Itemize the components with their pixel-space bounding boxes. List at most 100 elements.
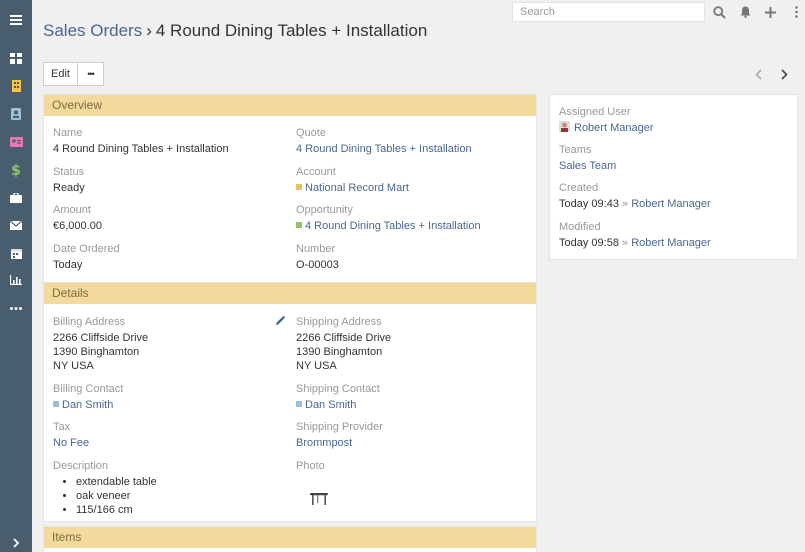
chevron-right-icon[interactable] [0, 532, 32, 552]
shipping-provider-label: Shipping Provider [296, 421, 383, 433]
pencil-icon[interactable] [275, 315, 286, 329]
billing-contact-field: Billing Contact Dan Smith [53, 382, 123, 412]
opportunity-link[interactable]: 4 Round Dining Tables + Installation [305, 220, 481, 232]
assigned-user-label: Assigned User [559, 106, 631, 118]
shipping-address-field: Shipping Address 2266 Cliffside Drive 13… [296, 315, 391, 373]
shipping-address-label: Shipping Address [296, 316, 382, 328]
description-item: 115/166 cm [76, 503, 157, 517]
opportunity-field: Opportunity 4 Round Dining Tables + Inst… [296, 203, 481, 233]
created-by-link[interactable]: Robert Manager [631, 198, 711, 210]
photo-label: Photo [296, 460, 325, 472]
dollar-icon[interactable]: $ [0, 159, 32, 181]
name-field: Name 4 Round Dining Tables + Installatio… [53, 126, 229, 156]
name-label: Name [53, 127, 83, 139]
number-field: Number O-00003 [296, 242, 339, 272]
amount-value: €6,000.00 [53, 220, 102, 232]
date-ordered-value: Today [53, 259, 83, 271]
billing-contact-color-square [53, 401, 59, 407]
teams-label: Teams [559, 144, 592, 156]
teams-field: Teams Sales Team [559, 143, 616, 173]
items-header: Items [44, 527, 536, 548]
billing-contact-label: Billing Contact [53, 383, 124, 395]
sidebar: $ [0, 0, 32, 552]
number-value: O-00003 [296, 259, 339, 271]
shipping-address-line-1: 2266 Cliffside Drive [296, 332, 392, 344]
opportunity-label: Opportunity [296, 204, 353, 216]
modified-time: Today 09:58 [559, 237, 619, 249]
building-icon[interactable] [0, 75, 32, 97]
overview-panel: Overview Name 4 Round Dining Tables + In… [43, 94, 537, 284]
amount-label: Amount [53, 204, 91, 216]
next-record-icon[interactable] [777, 66, 791, 82]
status-value: Ready [53, 182, 85, 194]
menu-dots-icon[interactable] [788, 4, 804, 20]
avatar [559, 121, 570, 132]
address-card-icon[interactable] [0, 131, 32, 153]
plus-icon[interactable] [762, 4, 778, 20]
modified-by-link[interactable]: Robert Manager [631, 237, 711, 249]
tax-link[interactable]: No Fee [53, 436, 89, 450]
search-input[interactable] [512, 2, 705, 22]
created-separator: » [622, 198, 629, 210]
status-field: Status Ready [53, 165, 85, 195]
description-item: oak veneer [76, 489, 157, 503]
shipping-provider-link[interactable]: Brommpost [296, 436, 383, 450]
billing-address-field: Billing Address 2266 Cliffside Drive 139… [53, 315, 148, 373]
envelope-icon[interactable] [0, 214, 32, 236]
previous-record-icon[interactable] [751, 66, 765, 82]
more-icon[interactable] [0, 297, 32, 319]
description-label: Description [53, 460, 109, 472]
quote-link[interactable]: 4 Round Dining Tables + Installation [296, 142, 472, 156]
shipping-contact-color-square [296, 401, 302, 407]
briefcase-icon[interactable] [0, 187, 32, 209]
calendar-icon[interactable] [0, 242, 32, 264]
modified-field: Modified Today 09:58 » Robert Manager [559, 220, 711, 250]
created-field: Created Today 09:43 » Robert Manager [559, 181, 711, 211]
name-value: 4 Round Dining Tables + Installation [53, 143, 229, 155]
billing-address-line-2: 1390 Binghamton [53, 346, 140, 358]
overview-header: Overview [44, 95, 536, 116]
shipping-address-line-3: NY USA [296, 360, 337, 372]
search-icon[interactable] [711, 4, 727, 20]
shipping-contact-label: Shipping Contact [296, 383, 380, 395]
page-title: 4 Round Dining Tables + Installation [155, 21, 428, 40]
quote-label: Quote [296, 127, 326, 139]
chart-icon[interactable] [0, 269, 32, 291]
number-label: Number [296, 243, 336, 255]
shipping-contact-link[interactable]: Dan Smith [305, 399, 356, 411]
details-header: Details [44, 283, 536, 304]
bell-icon[interactable] [737, 4, 753, 20]
description-field: Description extendable table oak veneer … [53, 459, 157, 517]
date-ordered-label: Date Ordered [53, 243, 120, 255]
contact-icon[interactable] [0, 103, 32, 125]
svg-text:$: $ [11, 163, 21, 177]
account-field: Account National Record Mart [296, 165, 409, 195]
billing-contact-link[interactable]: Dan Smith [62, 399, 113, 411]
created-time: Today 09:43 [559, 198, 619, 210]
dashboard-icon[interactable] [0, 47, 32, 69]
quote-field: Quote 4 Round Dining Tables + Installati… [296, 126, 472, 156]
teams-link[interactable]: Sales Team [559, 159, 616, 173]
billing-address-label: Billing Address [53, 316, 126, 328]
account-link[interactable]: National Record Mart [305, 182, 409, 194]
modified-label: Modified [559, 221, 601, 233]
description-item: extendable table [76, 475, 157, 489]
billing-address-line-1: 2266 Cliffside Drive [53, 332, 149, 344]
more-actions-button[interactable]: ••• [78, 62, 104, 86]
modified-separator: » [622, 237, 629, 249]
assigned-user-link[interactable]: Robert Manager [574, 122, 654, 134]
amount-field: Amount €6,000.00 [53, 203, 102, 233]
shipping-address-line-2: 1390 Binghamton [296, 346, 383, 358]
billing-address-line-3: NY USA [53, 360, 94, 372]
breadcrumb-separator: › [146, 21, 152, 40]
action-button-group: Edit ••• [43, 62, 104, 86]
breadcrumb: Sales Orders › 4 Round Dining Tables + Ins… [43, 21, 427, 41]
menu-icon[interactable] [0, 9, 32, 31]
details-panel: Details Billing Address 2266 Cliffside D… [43, 282, 537, 522]
edit-button[interactable]: Edit [43, 62, 78, 86]
side-info-panel: Assigned User Robert Manager Teams Sales… [549, 94, 798, 260]
shipping-contact-field: Shipping Contact Dan Smith [296, 382, 380, 412]
product-photo-thumbnail[interactable] [296, 479, 342, 517]
breadcrumb-module-link[interactable]: Sales Orders [43, 21, 142, 40]
assigned-user-field: Assigned User Robert Manager [559, 105, 654, 135]
